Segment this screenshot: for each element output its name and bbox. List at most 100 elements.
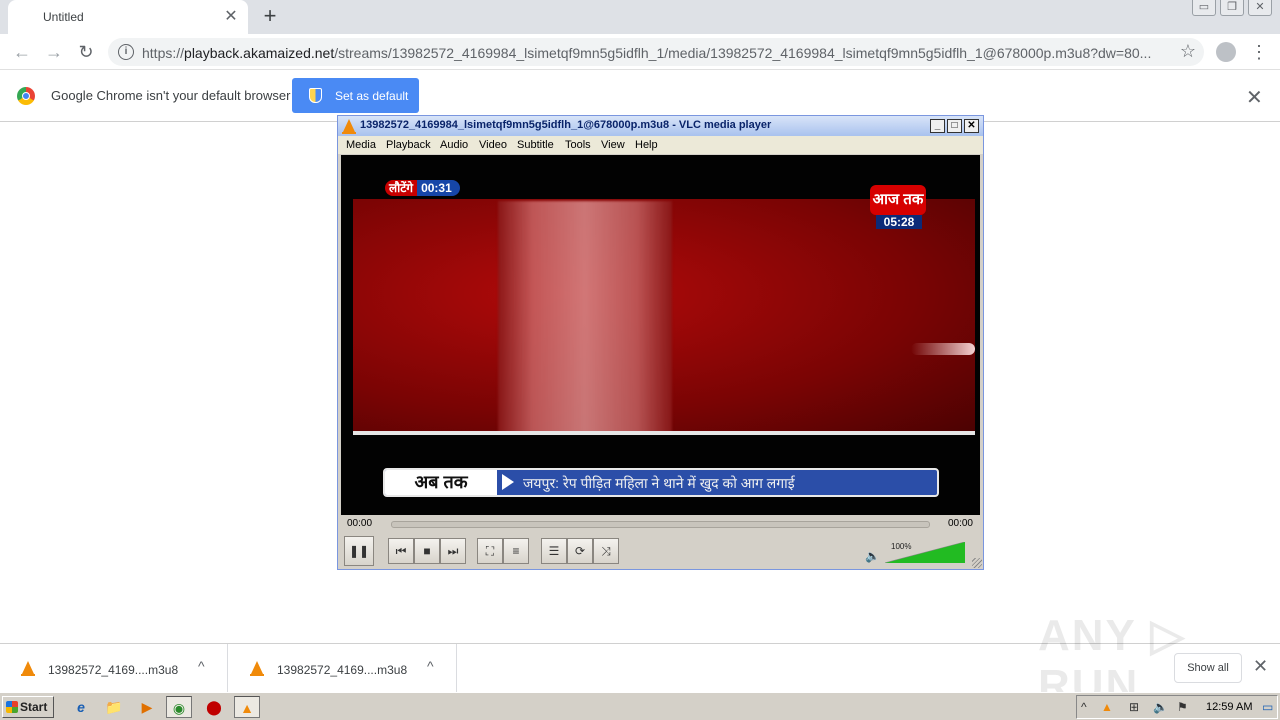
shuffle-button[interactable]: ⤨ — [593, 538, 619, 564]
channel-clock: 05:28 — [876, 215, 922, 229]
stop-button[interactable]: ■ — [414, 538, 440, 564]
back-button[interactable]: ← — [10, 40, 34, 64]
ticker-text: जयपुर: रेप पीड़ित महिला ने थाने में खुद … — [523, 475, 795, 491]
menu-media[interactable]: Media — [346, 139, 376, 151]
vlc-window-controls: _ □ ✕ — [930, 119, 979, 133]
menu-view[interactable]: View — [601, 139, 625, 151]
reload-button[interactable]: ↻ — [74, 40, 98, 64]
playlist-button[interactable]: ☰ — [541, 538, 567, 564]
start-label: Start — [20, 700, 48, 714]
chrome-logo-icon — [17, 87, 35, 105]
restore-button[interactable]: ❐ — [1220, 0, 1244, 16]
url-scheme: https:// — [142, 45, 185, 61]
vlc-file-icon — [250, 661, 264, 676]
tab-title: Untitled — [43, 10, 84, 24]
url-path: /streams/13982572_4169984_lsimetqf9mn5g5… — [334, 45, 1152, 61]
vlc-close-button[interactable]: ✕ — [964, 119, 979, 133]
explorer-icon[interactable]: 📁 — [101, 696, 127, 718]
previous-button[interactable]: ⏮ — [388, 538, 414, 564]
site-info-icon[interactable]: i — [118, 44, 134, 60]
show-desktop-icon[interactable]: ▭ — [1262, 700, 1273, 714]
vlc-taskbar-icon[interactable]: ▲ — [234, 696, 260, 718]
vlc-window: 13982572_4169984_lsimetqf9mn5g5idflh_1@6… — [337, 115, 984, 570]
menu-audio[interactable]: Audio — [440, 139, 468, 151]
tab-close-icon[interactable]: ✕ — [222, 8, 240, 26]
minimize-button[interactable]: ▭ — [1192, 0, 1216, 16]
download-filename: 13982572_4169....m3u8 — [48, 663, 179, 677]
opera-icon[interactable]: ⬤ — [201, 696, 227, 718]
tray-action-center-icon[interactable]: ⚑ — [1177, 700, 1188, 714]
bookmark-star-icon[interactable]: ☆ — [1180, 41, 1196, 62]
vlc-menubar: Media Playback Audio Video Subtitle Tool… — [338, 136, 983, 154]
tray-network-icon[interactable]: ⊞ — [1129, 700, 1139, 714]
ie-icon[interactable]: e — [68, 696, 94, 718]
channel-logo-text: आज तक — [870, 185, 926, 215]
url-host: playback.akamaized.net — [184, 45, 335, 61]
time-total: 00:00 — [947, 518, 973, 529]
video-countdown: लौटेंगे 00:31 — [385, 180, 460, 196]
fullscreen-button[interactable]: ⛶ — [477, 538, 503, 564]
chrome-menu-icon[interactable]: ⋮ — [1250, 40, 1268, 64]
vlc-window-title: 13982572_4169984_lsimetqf9mn5g5idflh_1@6… — [360, 119, 772, 131]
video-area[interactable]: लौटेंगे 00:31 आज तक 05:28 अब तक जयपुर: र… — [341, 155, 980, 515]
seek-row: 00:00 00:00 — [338, 517, 983, 531]
tray-expand-icon[interactable]: ^ — [1081, 700, 1087, 714]
vlc-cone-icon — [342, 119, 356, 134]
chrome-taskbar-icon[interactable]: ◉ — [166, 696, 192, 718]
infobar-close-icon[interactable]: ✕ — [1246, 85, 1263, 110]
download-filename: 13982572_4169....m3u8 — [277, 663, 408, 677]
address-bar[interactable]: i https://playback.akamaized.net/streams… — [108, 38, 1204, 66]
forward-button[interactable]: → — [42, 40, 66, 64]
uac-shield-icon — [309, 88, 322, 103]
chevron-up-icon[interactable]: ^ — [198, 658, 205, 674]
start-button[interactable]: Start — [2, 696, 54, 718]
menu-playback[interactable]: Playback — [386, 139, 431, 151]
time-elapsed: 00:00 — [347, 518, 373, 529]
video-frame-line — [353, 431, 975, 435]
url-text[interactable]: https://playback.akamaized.net/streams/1… — [142, 45, 1172, 61]
close-window-button[interactable]: ✕ — [1248, 0, 1272, 16]
taskbar: Start e 📁 ▶ ◉ ⬤ ▲ ^ ▲ ⊞ 🔈 ⚑ 12:59 AM ▭ — [0, 692, 1280, 720]
menu-video[interactable]: Video — [479, 139, 507, 151]
pause-button[interactable]: ❚❚ — [344, 536, 374, 566]
tray-vlc-icon[interactable]: ▲ — [1101, 700, 1113, 714]
resize-grip[interactable] — [972, 558, 982, 568]
media-player-icon[interactable]: ▶ — [134, 696, 160, 718]
ticker-arrow-icon — [502, 474, 514, 490]
volume-speaker-icon[interactable]: 🔈 — [865, 549, 880, 563]
menu-subtitle[interactable]: Subtitle — [517, 139, 554, 151]
ticker-tag: अब तक — [385, 470, 497, 495]
infobar-message: Google Chrome isn't your default browser — [51, 88, 291, 103]
windows-flag-icon — [6, 701, 18, 713]
tray-clock[interactable]: 12:59 AM — [1206, 701, 1252, 713]
window-controls: ▭ ❐ ✕ — [1192, 0, 1272, 18]
vlc-minimize-button[interactable]: _ — [930, 119, 945, 133]
extended-settings-button[interactable]: ≡ — [503, 538, 529, 564]
video-frame-streak — [911, 343, 975, 355]
tab-untitled[interactable]: Untitled ✕ — [8, 0, 248, 34]
vlc-file-icon — [21, 661, 35, 676]
download-item[interactable]: 13982572_4169....m3u8 ^ — [0, 644, 228, 692]
news-ticker: अब तक जयपुर: रेप पीड़ित महिला ने थाने मे… — [383, 468, 939, 497]
profile-avatar[interactable] — [1216, 42, 1236, 62]
vlc-maximize-button[interactable]: □ — [947, 119, 962, 133]
volume-percent: 100% — [891, 542, 912, 551]
loop-button[interactable]: ⟳ — [567, 538, 593, 564]
system-tray: ^ ▲ ⊞ 🔈 ⚑ 12:59 AM ▭ — [1076, 695, 1278, 719]
next-button[interactable]: ⏭ — [440, 538, 466, 564]
countdown-time: 00:31 — [417, 180, 460, 196]
browser-toolbar: ← → ↻ i https://playback.akamaized.net/s… — [0, 34, 1280, 70]
chevron-up-icon[interactable]: ^ — [427, 658, 434, 674]
set-as-default-button[interactable]: Set as default — [292, 78, 419, 113]
video-frame-card — [498, 201, 672, 433]
set-as-default-label: Set as default — [335, 89, 409, 103]
channel-logo: आज तक 05:28 — [868, 185, 928, 231]
countdown-label: लौटेंगे — [385, 180, 418, 196]
download-item[interactable]: 13982572_4169....m3u8 ^ — [229, 644, 457, 692]
tray-volume-icon[interactable]: 🔈 — [1153, 700, 1168, 714]
menu-help[interactable]: Help — [635, 139, 658, 151]
new-tab-button[interactable]: + — [258, 5, 282, 29]
seek-slider[interactable] — [391, 521, 930, 528]
vlc-titlebar[interactable]: 13982572_4169984_lsimetqf9mn5g5idflh_1@6… — [338, 116, 983, 136]
menu-tools[interactable]: Tools — [565, 139, 591, 151]
